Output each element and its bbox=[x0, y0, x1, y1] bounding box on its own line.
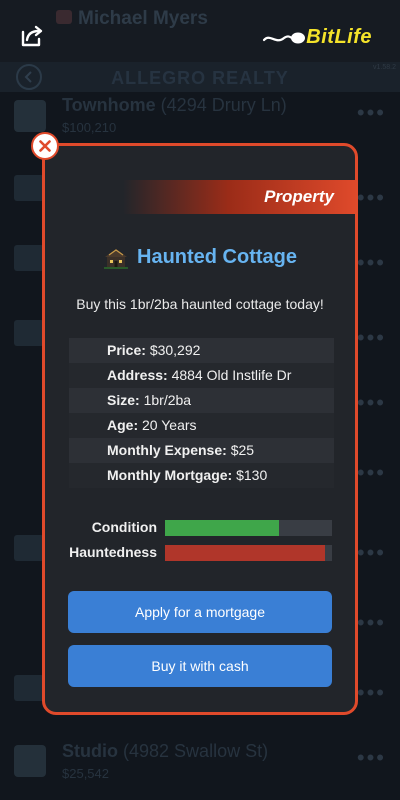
listing-name[interactable]: Studio (4982 Swallow St) bbox=[62, 741, 268, 762]
condition-bar-fill bbox=[165, 520, 279, 536]
detail-row: Monthly Mortgage: $130 bbox=[69, 463, 334, 488]
details-table: Price: $30,292 Address: 4884 Old Instlif… bbox=[69, 338, 334, 488]
condition-label: Condition bbox=[91, 519, 157, 535]
category-label: Property bbox=[264, 187, 334, 206]
detail-value: 4884 Old Instlife Dr bbox=[171, 367, 292, 383]
listing-address: (4294 Drury Ln) bbox=[160, 95, 287, 115]
detail-row: Monthly Expense: $25 bbox=[69, 438, 334, 463]
more-options-icon[interactable]: ••• bbox=[357, 390, 386, 416]
haunted-house-icon bbox=[104, 248, 128, 269]
version-label: v1.58.2 bbox=[373, 64, 396, 71]
listing-name[interactable]: Townhome (4294 Drury Ln) bbox=[62, 95, 287, 116]
detail-row: Address: 4884 Old Instlife Dr bbox=[69, 363, 334, 388]
listing-title: Townhome bbox=[62, 95, 156, 115]
listing-address: (4982 Swallow St) bbox=[123, 741, 269, 761]
more-options-icon[interactable]: ••• bbox=[357, 745, 386, 771]
detail-key: Price: bbox=[107, 342, 146, 358]
detail-row: Size: 1br/2ba bbox=[69, 388, 334, 413]
detail-key: Address: bbox=[107, 367, 168, 383]
detail-value: $130 bbox=[236, 467, 268, 483]
share-icon[interactable] bbox=[20, 24, 46, 48]
studio-thumbnail bbox=[14, 745, 46, 777]
property-description: Buy this 1br/2ba haunted cottage today! bbox=[76, 296, 324, 312]
more-options-icon[interactable]: ••• bbox=[357, 540, 386, 566]
detail-row: Price: $30,292 bbox=[69, 338, 334, 363]
more-options-icon[interactable]: ••• bbox=[357, 680, 386, 706]
listing-price: $100,210 bbox=[62, 120, 117, 135]
detail-value: $30,292 bbox=[149, 342, 201, 358]
hauntedness-label: Hauntedness bbox=[69, 544, 157, 560]
more-options-icon[interactable]: ••• bbox=[357, 610, 386, 636]
buy-cash-button[interactable]: Buy it with cash bbox=[68, 645, 332, 687]
more-options-icon[interactable]: ••• bbox=[357, 460, 386, 486]
house-thumbnail bbox=[14, 675, 44, 701]
house-thumbnail bbox=[14, 245, 44, 271]
detail-key: Monthly Expense: bbox=[107, 442, 227, 458]
hauntedness-bar bbox=[165, 545, 332, 561]
listing-title: Studio bbox=[62, 741, 118, 761]
player-name: Michael Myers bbox=[78, 8, 208, 29]
flag-icon bbox=[56, 10, 72, 24]
bitlife-logo: BitLife bbox=[262, 26, 372, 49]
more-options-icon[interactable]: ••• bbox=[357, 250, 386, 276]
house-thumbnail bbox=[14, 320, 44, 346]
more-options-icon[interactable]: ••• bbox=[357, 325, 386, 351]
sperm-icon bbox=[263, 32, 306, 43]
detail-key: Size: bbox=[107, 392, 140, 408]
house-thumbnail bbox=[14, 535, 44, 561]
townhome-thumbnail bbox=[14, 100, 46, 132]
close-button[interactable] bbox=[31, 132, 59, 160]
apply-mortgage-button[interactable]: Apply for a mortgage bbox=[68, 591, 332, 633]
hauntedness-bar-fill bbox=[165, 545, 326, 561]
title-row: Haunted Cottage bbox=[45, 246, 355, 269]
house-thumbnail bbox=[14, 175, 44, 201]
property-modal: Property Haunted Cottage Buy this 1br/2b… bbox=[42, 143, 358, 715]
detail-value: 1br/2ba bbox=[143, 392, 192, 408]
more-options-icon[interactable]: ••• bbox=[357, 185, 386, 211]
close-icon bbox=[39, 140, 51, 152]
page-title: ALLEGRO REALTY bbox=[111, 68, 289, 88]
detail-row: Age: 20 Years bbox=[69, 413, 334, 438]
logo-text: BitLife bbox=[306, 26, 372, 48]
listing-price: $25,542 bbox=[62, 766, 109, 781]
property-title: Haunted Cottage bbox=[137, 246, 297, 268]
detail-key: Age: bbox=[107, 417, 139, 433]
detail-value: $25 bbox=[230, 442, 255, 458]
detail-value: 20 Years bbox=[142, 417, 197, 433]
condition-bar bbox=[165, 520, 332, 536]
detail-key: Monthly Mortgage: bbox=[107, 467, 233, 483]
more-options-icon[interactable]: ••• bbox=[357, 100, 386, 126]
category-banner: Property bbox=[123, 180, 358, 214]
